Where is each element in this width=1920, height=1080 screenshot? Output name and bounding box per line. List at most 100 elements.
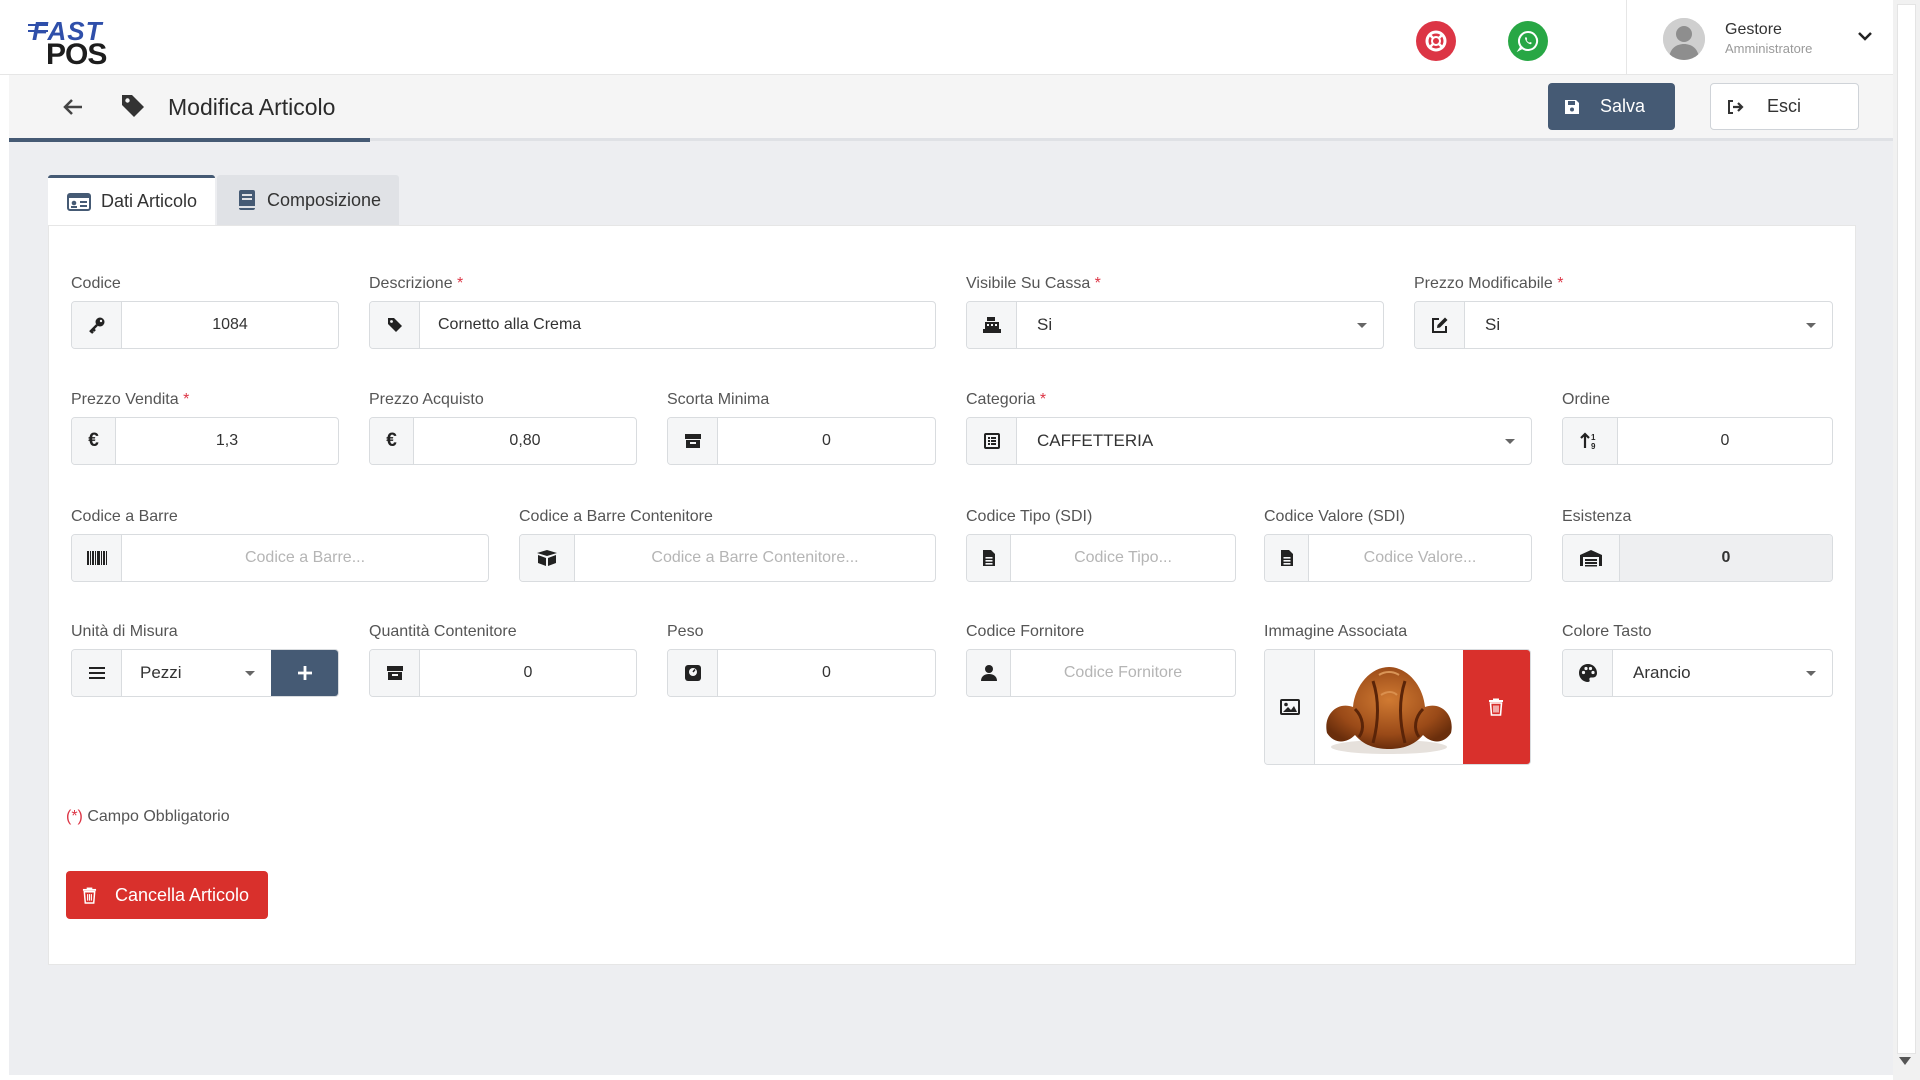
codice-valore-placeholder: Codice Valore... <box>1363 549 1477 566</box>
add-unit-button[interactable] <box>271 650 338 696</box>
box-icon <box>668 418 718 464</box>
chevron-down-icon <box>1858 32 1872 41</box>
book-icon <box>239 190 255 210</box>
visibile-su-cassa-value: Si <box>1017 302 1383 348</box>
user-menu[interactable]: Gestore Amministratore <box>1626 0 1893 75</box>
descrizione-input[interactable]: Cornetto alla Crema <box>369 301 936 349</box>
title-underline <box>9 138 370 142</box>
codice-valore-input[interactable]: Codice Valore... <box>1264 534 1532 582</box>
plus-icon <box>297 666 312 680</box>
exit-button[interactable]: Esci <box>1710 83 1859 130</box>
cash-register-icon <box>967 302 1017 348</box>
tab-label: Composizione <box>267 189 382 210</box>
exit-icon <box>1728 99 1744 114</box>
quantita-contenitore-input[interactable]: 0 <box>369 649 637 697</box>
main-content: Modifica Articolo Salva Esci Dati Artico… <box>9 75 1893 1075</box>
caret-down-icon <box>1806 322 1816 328</box>
delete-article-button[interactable]: Cancella Articolo <box>66 871 268 919</box>
prezzo-vendita-input[interactable]: € 1,3 <box>71 417 339 465</box>
tag-icon <box>370 302 420 348</box>
tag-icon <box>122 95 144 117</box>
peso-input[interactable]: 0 <box>667 649 936 697</box>
euro-icon: € <box>72 418 116 464</box>
categoria-value: CAFFETTERIA <box>1017 418 1531 464</box>
field-label: Esistenza <box>1562 508 1632 525</box>
categoria-select[interactable]: CAFFETTERIA <box>966 417 1532 465</box>
tab-composizione[interactable]: Composizione <box>217 175 399 225</box>
esistenza-value: 0 <box>1620 535 1832 581</box>
tab-dati-articolo[interactable]: Dati Articolo <box>48 175 215 225</box>
prezzo-modificabile-value: Si <box>1465 302 1832 348</box>
ordine-value: 0 <box>1720 432 1730 449</box>
whatsapp-icon <box>1516 30 1539 53</box>
delete-image-button[interactable] <box>1462 650 1530 764</box>
help-button[interactable] <box>1416 21 1456 61</box>
descrizione-value: Cornetto alla Crema <box>438 316 582 333</box>
back-arrow-icon[interactable] <box>61 95 85 119</box>
field-label: Quantità Contenitore <box>369 623 517 640</box>
caret-down-icon <box>245 670 255 676</box>
caret-down-icon <box>1505 438 1515 444</box>
field-label: Categoria * <box>966 391 1047 408</box>
page-header: Modifica Articolo Salva Esci <box>9 75 1893 142</box>
codice-barre-input[interactable]: Codice a Barre... <box>71 534 489 582</box>
field-label: Colore Tasto <box>1562 623 1652 640</box>
svg-text:1: 1 <box>1591 433 1596 442</box>
ordine-input[interactable]: 19 0 <box>1562 417 1833 465</box>
visibile-su-cassa-select[interactable]: Si <box>966 301 1384 349</box>
field-label: Codice a Barre Contenitore <box>519 508 713 525</box>
scorta-minima-input[interactable]: 0 <box>667 417 936 465</box>
field-label: Codice a Barre <box>71 508 178 525</box>
field-label: Immagine Associata <box>1264 623 1408 640</box>
image-group <box>1264 649 1531 765</box>
trash-icon <box>1489 698 1504 716</box>
codice-fornitore-input[interactable]: Codice Fornitore <box>966 649 1236 697</box>
caret-down-icon <box>1806 670 1816 676</box>
codice-barre-contenitore-input[interactable]: Codice a Barre Contenitore... <box>519 534 936 582</box>
field-label: Unità di Misura <box>71 623 178 640</box>
field-label: Codice Fornitore <box>966 623 1085 640</box>
scorta-minima-value: 0 <box>822 432 831 449</box>
esistenza-readonly: 0 <box>1562 534 1833 582</box>
palette-icon <box>1563 650 1613 696</box>
codice-tipo-placeholder: Codice Tipo... <box>1074 549 1172 566</box>
field-label: Codice Tipo (SDI) <box>966 508 1093 525</box>
help-lifebuoy-icon <box>1425 30 1447 52</box>
fastpos-logo[interactable]: FAST POS <box>28 16 118 71</box>
colore-tasto-select[interactable]: Arancio <box>1562 649 1833 697</box>
field-label: Prezzo Vendita * <box>71 391 190 408</box>
logo-pos-text: POS <box>46 38 107 71</box>
unita-misura-select[interactable]: Pezzi <box>122 650 271 696</box>
delete-article-label: Cancella Articolo <box>115 884 250 905</box>
required-fields-note: (*) Campo Obbligatorio <box>66 808 230 825</box>
top-header: FAST POS Gestore Amministratore <box>0 0 1893 75</box>
box-icon <box>370 650 420 696</box>
list-icon <box>967 418 1017 464</box>
codice-input[interactable]: 1084 <box>71 301 339 349</box>
codice-tipo-input[interactable]: Codice Tipo... <box>966 534 1236 582</box>
document-icon <box>967 535 1011 581</box>
scrollbar-thumb[interactable] <box>1897 4 1916 1054</box>
prezzo-vendita-value: 1,3 <box>215 432 239 449</box>
barcode-icon <box>72 535 122 581</box>
save-button[interactable]: Salva <box>1548 83 1675 130</box>
user-icon <box>967 650 1011 696</box>
prezzo-modificabile-select[interactable]: Si <box>1414 301 1833 349</box>
codice-barre-contenitore-placeholder: Codice a Barre Contenitore... <box>651 549 859 566</box>
codice-value: 1084 <box>212 316 248 333</box>
field-label: Visibile Su Cassa * <box>966 275 1101 292</box>
field-label: Peso <box>667 623 704 640</box>
svg-text:9: 9 <box>1591 442 1596 450</box>
caret-down-icon <box>1357 322 1367 328</box>
croissant-image[interactable] <box>1315 650 1463 764</box>
scroll-down-arrow[interactable] <box>1899 1057 1911 1065</box>
page-title: Modifica Articolo <box>168 94 336 120</box>
exit-label: Esci <box>1767 96 1802 116</box>
whatsapp-button[interactable] <box>1508 21 1548 61</box>
warehouse-icon <box>1563 535 1620 581</box>
save-icon <box>1565 99 1579 114</box>
save-label: Salva <box>1600 96 1646 116</box>
prezzo-acquisto-input[interactable]: € 0,80 <box>369 417 637 465</box>
field-label: Scorta Minima <box>667 391 770 408</box>
codice-barre-placeholder: Codice a Barre... <box>244 549 366 566</box>
